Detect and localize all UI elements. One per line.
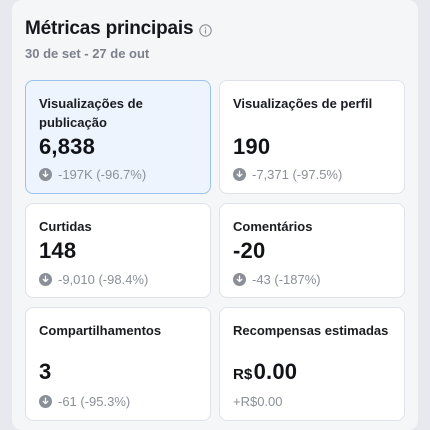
metric-change-text: -197K (-96.7%) bbox=[58, 167, 147, 182]
metric-value: 6,838 bbox=[39, 134, 96, 159]
info-icon[interactable] bbox=[199, 23, 213, 37]
metric-value: R$0.00 bbox=[233, 359, 297, 385]
metric-card-comments[interactable]: Comentários -20 -43 (-187%) bbox=[219, 203, 405, 298]
title-row: Métricas principais bbox=[25, 18, 213, 40]
metric-card-profile-views[interactable]: Visualizações de perfil 190 -7,371 (-97.… bbox=[219, 80, 405, 194]
metric-change-text: +R$0.00 bbox=[233, 394, 283, 409]
metric-card-estimated-rewards[interactable]: Recompensas estimadas R$0.00 +R$0.00 bbox=[219, 307, 405, 421]
panel-header: Métricas principais 30 de set - 27 de ou… bbox=[25, 18, 213, 61]
metric-value: -20 bbox=[233, 238, 266, 263]
metric-card-likes[interactable]: Curtidas 148 -9,010 (-98.4%) bbox=[25, 203, 211, 298]
metric-card-shares[interactable]: Compartilhamentos 3 -61 (-95.3%) bbox=[25, 307, 211, 421]
key-metrics-panel: Métricas principais 30 de set - 27 de ou… bbox=[12, 0, 418, 430]
metric-change-text: -9,010 (-98.4%) bbox=[58, 272, 149, 287]
arrow-down-circle-icon bbox=[233, 168, 246, 181]
arrow-down-circle-icon bbox=[39, 273, 52, 286]
metric-label: Visualizações de publicação bbox=[39, 96, 143, 130]
metric-label: Recompensas estimadas bbox=[233, 323, 389, 338]
metric-change: +R$0.00 bbox=[233, 394, 283, 409]
metric-change: -61 (-95.3%) bbox=[39, 394, 130, 409]
metric-value: 3 bbox=[39, 359, 52, 384]
metric-label: Curtidas bbox=[39, 219, 92, 234]
panel-title: Métricas principais bbox=[25, 18, 194, 39]
arrow-down-circle-icon bbox=[39, 168, 52, 181]
metric-value: 148 bbox=[39, 238, 77, 263]
metric-change-text: -7,371 (-97.5%) bbox=[252, 167, 343, 182]
currency-symbol: R$ bbox=[233, 366, 253, 383]
metric-value-amount: 0.00 bbox=[253, 359, 298, 384]
metric-change: -43 (-187%) bbox=[233, 272, 321, 287]
metric-change: -197K (-96.7%) bbox=[39, 167, 146, 182]
metric-label: Comentários bbox=[233, 219, 313, 234]
metric-change: -7,371 (-97.5%) bbox=[233, 167, 342, 182]
metric-value: 190 bbox=[233, 134, 271, 159]
metric-label: Visualizações de perfil bbox=[233, 96, 373, 111]
metric-change-text: -61 (-95.3%) bbox=[58, 394, 131, 409]
metric-change: -9,010 (-98.4%) bbox=[39, 272, 148, 287]
metric-change-text: -43 (-187%) bbox=[252, 272, 321, 287]
metric-card-post-views[interactable]: Visualizações de publicação 6,838 -197K … bbox=[25, 80, 211, 194]
date-range: 30 de set - 27 de out bbox=[25, 46, 150, 61]
arrow-down-circle-icon bbox=[39, 395, 52, 408]
arrow-down-circle-icon bbox=[233, 273, 246, 286]
metric-label: Compartilhamentos bbox=[39, 323, 162, 338]
